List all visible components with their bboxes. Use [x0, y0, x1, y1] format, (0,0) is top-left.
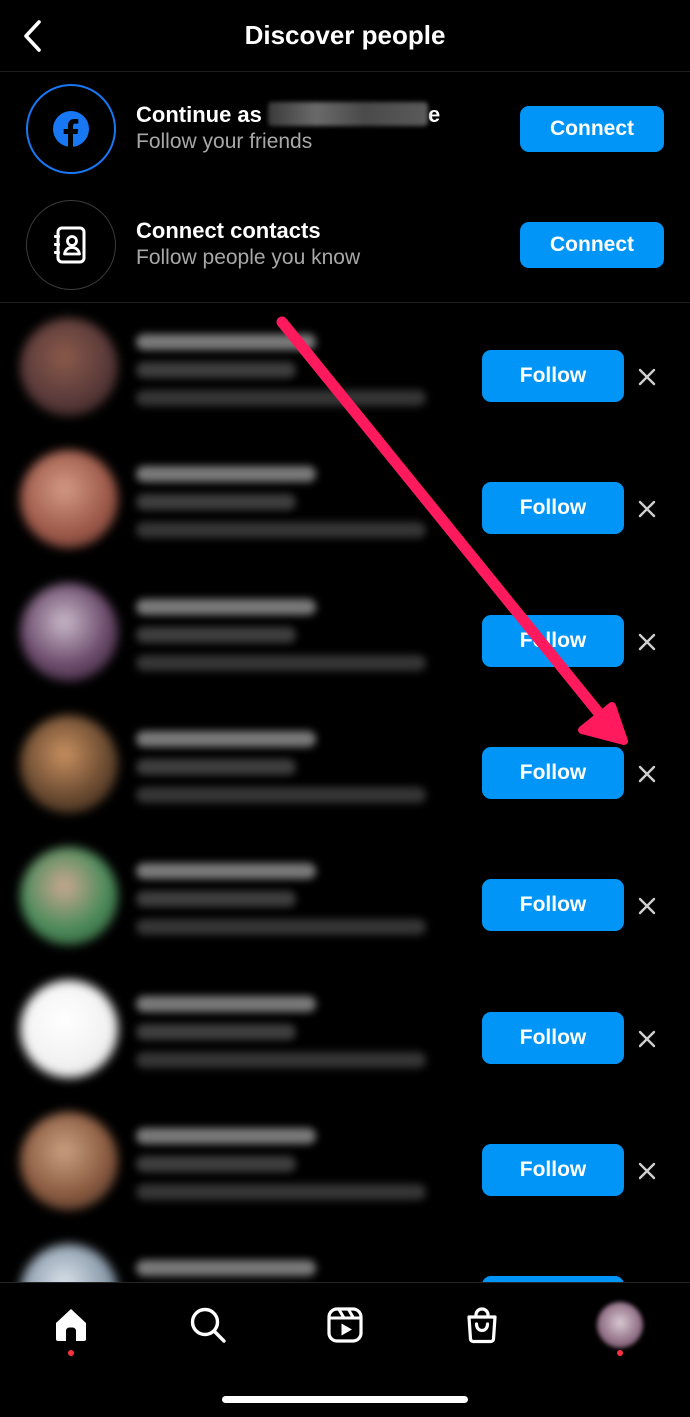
redacted-username	[136, 1127, 316, 1144]
reels-icon	[327, 1307, 363, 1343]
redacted-fullname	[136, 1155, 296, 1172]
tab-home[interactable]	[47, 1301, 95, 1349]
search-icon	[190, 1307, 226, 1343]
dismiss-suggestion-button[interactable]	[632, 759, 662, 789]
connect-contacts-subtitle: Follow people you know	[136, 246, 361, 269]
contacts-icon-circle	[26, 200, 116, 290]
follow-button[interactable]: Follow	[482, 879, 624, 932]
facebook-icon-circle	[26, 84, 116, 174]
follow-button[interactable]: Follow	[482, 482, 624, 535]
dismiss-suggestion-button[interactable]	[632, 1156, 662, 1186]
connect-contacts-button[interactable]: Connect	[520, 222, 664, 268]
dismiss-suggestion-button[interactable]	[632, 891, 662, 921]
dismiss-suggestion-button[interactable]	[632, 1024, 662, 1054]
suggested-person-row: Follow	[0, 833, 690, 965]
tab-shop[interactable]	[458, 1301, 506, 1349]
connect-facebook-button[interactable]: Connect	[520, 106, 664, 152]
redacted-name	[268, 102, 429, 126]
section-divider	[0, 302, 690, 303]
redacted-username	[136, 730, 316, 747]
header: Discover people	[0, 0, 690, 72]
suggested-person-row: Follow	[0, 436, 690, 568]
redacted-username	[136, 995, 316, 1012]
avatar[interactable]	[20, 318, 118, 416]
avatar[interactable]	[20, 1111, 118, 1210]
redacted-fullname	[136, 1023, 296, 1040]
continue-as-prefix: Continue as	[136, 102, 262, 127]
follow-button[interactable]: Follow	[482, 1143, 624, 1196]
redacted-followed-by	[136, 786, 426, 803]
redacted-fullname	[136, 494, 296, 511]
profile-notification-dot	[617, 1350, 623, 1356]
redacted-fullname	[136, 891, 296, 908]
redacted-followed-by	[136, 390, 426, 406]
follow-button[interactable]: Follow	[482, 746, 624, 799]
redacted-followed-by	[136, 919, 426, 936]
avatar[interactable]	[20, 847, 118, 946]
continue-as-label: Continue as e	[136, 102, 440, 128]
follow-button[interactable]: Follow	[482, 350, 624, 402]
close-icon	[638, 501, 656, 518]
dismiss-suggestion-button[interactable]	[632, 494, 662, 524]
avatar[interactable]	[20, 714, 118, 813]
close-icon	[638, 897, 656, 915]
redacted-username	[136, 863, 316, 880]
connect-contacts-row: Connect contacts Follow people you know …	[0, 188, 690, 304]
continue-as-suffix: e	[428, 102, 441, 127]
connect-contacts-title: Connect contacts	[136, 218, 321, 243]
suggested-person-row: Follow	[0, 304, 690, 436]
tab-profile[interactable]	[596, 1301, 644, 1349]
shop-icon	[467, 1307, 497, 1344]
redacted-username	[136, 1260, 316, 1277]
profile-avatar	[597, 1302, 643, 1348]
close-icon	[638, 765, 656, 783]
redacted-username	[136, 466, 316, 483]
home-indicator	[222, 1396, 468, 1403]
dismiss-suggestion-button[interactable]	[632, 362, 662, 392]
suggested-person-row: Follow	[0, 966, 690, 1098]
avatar[interactable]	[20, 582, 118, 681]
redacted-fullname	[136, 758, 296, 775]
avatar[interactable]	[20, 979, 118, 1078]
facebook-icon	[53, 111, 89, 147]
facebook-subtitle: Follow your friends	[136, 130, 313, 153]
redacted-username	[136, 598, 316, 615]
redacted-followed-by	[136, 522, 426, 539]
avatar[interactable]	[20, 450, 118, 549]
redacted-fullname	[136, 626, 296, 643]
redacted-followed-by	[136, 654, 426, 671]
page-title: Discover people	[244, 20, 446, 50]
suggested-person-row: Follow	[0, 1098, 690, 1230]
redacted-followed-by	[136, 1183, 426, 1200]
close-icon	[638, 368, 656, 386]
redacted-followed-by	[136, 1051, 426, 1068]
tab-search[interactable]	[184, 1301, 232, 1349]
follow-button[interactable]: Follow	[482, 614, 624, 667]
suggested-person-row: Follow	[0, 569, 690, 701]
home-icon	[56, 1309, 86, 1341]
contacts-icon	[54, 226, 86, 264]
suggested-person-row: Follow	[0, 701, 690, 833]
close-icon	[638, 633, 656, 650]
connect-facebook-row: Continue as e Follow your friends Connec…	[0, 72, 690, 188]
dismiss-suggestion-button[interactable]	[632, 627, 662, 657]
follow-button[interactable]: Follow	[482, 1011, 624, 1064]
home-notification-dot	[68, 1350, 74, 1356]
close-icon	[638, 1162, 656, 1179]
redacted-username	[136, 334, 316, 350]
close-icon	[638, 1030, 656, 1047]
redacted-fullname	[136, 362, 296, 378]
tab-reels[interactable]	[321, 1301, 369, 1349]
